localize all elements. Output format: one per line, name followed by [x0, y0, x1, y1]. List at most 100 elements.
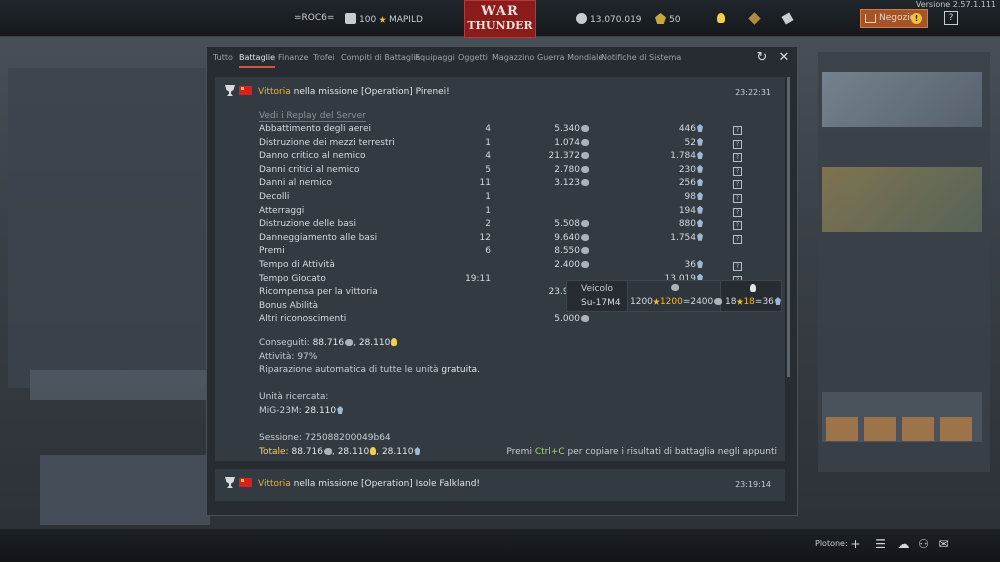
details-help-icon[interactable]: ? — [733, 207, 742, 217]
reward-label: Ricompensa per la vittoria — [259, 287, 378, 298]
research-point-icon — [697, 232, 703, 241]
reward-label: Altri riconoscimenti — [259, 314, 347, 325]
top-bar: Versione 2.57.1.111 =ROC6= 100 MAPILD WA… — [0, 0, 1000, 38]
silver-lions-balance[interactable]: 13.070.019 — [576, 13, 642, 25]
vehicle-reward-tooltip: Veicolo Su-17M4 1200 1200=2400 18 18=36 — [566, 280, 782, 312]
silver-lion-icon — [581, 233, 589, 241]
details-help-icon[interactable]: ? — [733, 180, 742, 190]
entry-timestamp: 23:22:31 — [735, 88, 771, 97]
reward-count: 11 — [479, 178, 491, 189]
tab-all[interactable]: Tutto — [213, 53, 233, 62]
details-help-icon[interactable]: ? — [733, 234, 742, 244]
reward-rp: 446 — [678, 124, 696, 134]
reward-label: Atterraggi — [259, 205, 305, 216]
chat-icon[interactable]: ⚇ — [917, 538, 930, 551]
details-help-icon[interactable]: ? — [733, 126, 742, 135]
reward-rp: 194 — [678, 205, 696, 216]
refresh-icon[interactable]: ↻ — [755, 51, 769, 65]
battle-log-entry[interactable]: Vittoria nella missione [Operation] Isol… — [215, 469, 785, 501]
reward-lions-cell: 5.340 — [529, 124, 589, 134]
research-point-icon — [697, 259, 703, 268]
total-label: Totale: — [259, 447, 289, 457]
contacts-icon[interactable]: ☁ — [897, 538, 910, 551]
details-help-icon[interactable]: ? — [733, 193, 742, 203]
tab-trophies[interactable]: Trofei — [313, 53, 335, 62]
repair-text: Riparazione automatica di tutte le unità — [259, 365, 439, 375]
total-rp-unit: 28.110 — [381, 447, 414, 457]
reward-row: Danni critici al nemico 5 2.780? 230 — [259, 164, 742, 179]
reward-row: Danneggiamento alle basi 12 9.640? 1.754 — [259, 232, 742, 247]
player-level[interactable]: 100 MAPILD — [345, 13, 423, 25]
reward-rp: 36 — [684, 259, 696, 270]
research-point-icon — [414, 447, 421, 455]
silver-lions-value: 13.070.019 — [590, 15, 642, 25]
tab-items[interactable]: Oggetti — [458, 53, 488, 62]
tab-system-notifications[interactable]: Notifiche di Sistema — [601, 53, 681, 62]
research-point-icon — [697, 191, 703, 200]
rp-total: =36 — [754, 297, 774, 307]
battle-log-entry[interactable]: Vittoria nella missione [Operation] Pire… — [215, 77, 785, 461]
rp-bonus: 18 — [743, 297, 755, 307]
server-replay-link[interactable]: Vedi i Replay del Server — [259, 111, 366, 122]
help-button[interactable]: ? — [944, 11, 958, 25]
reward-label: Premi — [259, 246, 285, 257]
reward-lions-cell: 2.780 — [529, 165, 589, 175]
shop-button[interactable]: Negozio ! — [860, 9, 928, 28]
cart-icon — [865, 14, 876, 23]
list-icon[interactable]: ☰ — [874, 538, 887, 551]
squad-label: Plotone: — [815, 539, 848, 548]
copy-hint: Premi Ctrl+C per copiare i risultati di … — [506, 447, 777, 457]
reward-lions: 5.000 — [554, 314, 580, 325]
war-thunder-logo[interactable]: WAR THUNDER — [464, 0, 536, 38]
coupon-button[interactable] — [781, 12, 796, 25]
background-tile — [822, 167, 982, 232]
reward-label: Danno critico al nemico — [259, 151, 366, 162]
chest-icon — [748, 12, 761, 25]
alert-icon: ! — [911, 13, 922, 24]
background-panel — [8, 68, 208, 388]
research-point-icon — [697, 137, 703, 146]
tab-world-war[interactable]: Guerra Mondiale — [537, 53, 603, 62]
details-help-icon[interactable]: ? — [733, 166, 742, 176]
reward-count: 12 — [479, 232, 491, 243]
level-value: 100 — [359, 15, 377, 25]
details-help-icon[interactable]: ? — [733, 221, 742, 231]
add-squad-icon[interactable]: + — [849, 538, 862, 551]
tab-warehouse[interactable]: Magazzino — [492, 53, 534, 62]
player-name[interactable]: =ROC6= — [294, 13, 334, 23]
researched-label: Unità ricercata: — [259, 392, 329, 402]
reward-lions: 3.123 — [554, 178, 580, 189]
scrollbar[interactable] — [787, 77, 790, 377]
tab-battle-tasks[interactable]: Compiti di Battaglia — [341, 53, 420, 62]
golden-eagles-balance[interactable]: 50 — [655, 13, 680, 25]
mission-name: nella missione [Operation] Pirenei! — [293, 87, 450, 97]
details-help-icon[interactable]: ? — [733, 139, 742, 149]
reward-rp: 256 — [678, 178, 696, 189]
china-flag-icon — [239, 86, 252, 95]
victory-label: Vittoria — [258, 479, 291, 489]
silver-lion-icon — [581, 220, 589, 228]
chest-button[interactable] — [748, 12, 763, 25]
close-icon[interactable]: ✕ — [777, 51, 791, 65]
reward-lions-cell: 5.000 — [529, 314, 589, 324]
reward-row: Abbattimento degli aerei 4 5.340? 446 — [259, 124, 742, 138]
researched-unit-name: MiG-23M: — [259, 406, 302, 416]
research-bulb-button[interactable] — [717, 13, 728, 24]
details-help-icon[interactable]: ? — [733, 261, 742, 271]
research-point-icon — [697, 205, 703, 214]
reward-lions: 2.400 — [554, 259, 580, 270]
background-tile — [822, 72, 982, 127]
tab-battles[interactable]: Battaglie — [239, 53, 276, 68]
reward-rp-cell: 1.754 — [639, 232, 703, 243]
lions-base: 1200 — [630, 297, 653, 307]
earned-summary: Conseguiti: 88.716, 28.110 — [259, 338, 398, 348]
researched-rp: 28.110 — [304, 406, 337, 416]
details-help-icon[interactable]: ? — [733, 153, 742, 163]
tab-finances[interactable]: Finanze — [278, 53, 308, 62]
reward-rp-cell: 52 — [639, 137, 703, 148]
mail-icon[interactable]: ✉ — [937, 538, 950, 551]
research-point-icon — [774, 297, 781, 305]
reward-row: Decolli 1? 98 — [259, 191, 742, 206]
tab-crews[interactable]: Equipaggi — [415, 53, 455, 62]
background-tile — [940, 417, 972, 441]
